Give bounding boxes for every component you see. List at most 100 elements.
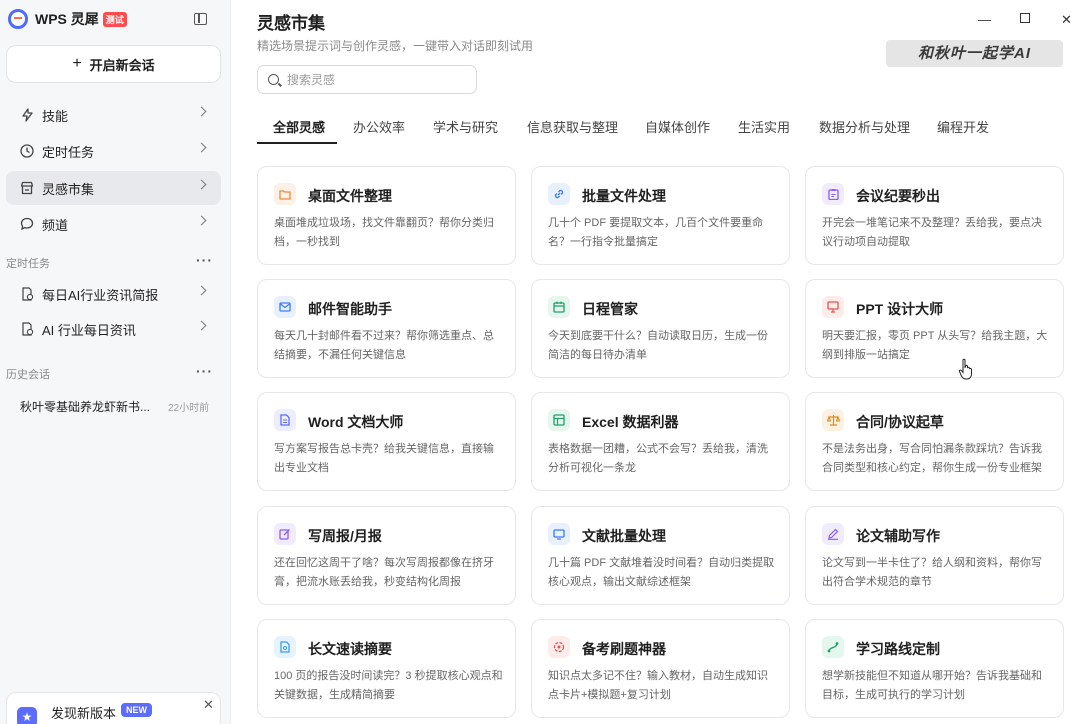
new-badge: NEW xyxy=(121,703,152,717)
card-title: 桌面文件整理 xyxy=(308,188,392,204)
tab-life[interactable]: 生活实用 xyxy=(738,117,790,136)
inspiration-card[interactable]: 学习路线定制 想学新技能但不知道从哪开始？告诉我基础和目标，生成可执行的学习计划 xyxy=(805,619,1064,718)
history-section-label: 历史会话 xyxy=(6,369,50,381)
more-icon[interactable]: ··· xyxy=(196,363,213,379)
sidebar-item-label: 频道 xyxy=(42,217,69,233)
presentation-icon xyxy=(822,296,844,318)
more-icon[interactable]: ··· xyxy=(196,252,213,268)
history-time: 22小时前 xyxy=(168,403,210,414)
hand-cursor-icon xyxy=(958,358,972,380)
card-description: 几十篇 PDF 文献堆着没时间看？自动归类提取核心观点，输出文献综述框架 xyxy=(548,557,775,588)
doc-clock-icon xyxy=(20,322,34,336)
clipboard-icon xyxy=(822,183,844,205)
update-text: 发现新版本 xyxy=(51,706,117,721)
new-chat-label: 开启新会话 xyxy=(89,57,155,73)
scheduled-item-label: AI 行业每日资讯 xyxy=(42,322,136,338)
tab-data[interactable]: 数据分析与处理 xyxy=(819,117,910,136)
card-title: PPT 设计大师 xyxy=(856,301,944,317)
close-window-icon[interactable]: ✕ xyxy=(1061,12,1072,28)
card-title: Word 文档大师 xyxy=(308,414,404,430)
card-description: 100 页的报告没时间读完？3 秒提取核心观点和关键数据，生成精简摘要 xyxy=(274,670,503,701)
inspiration-card[interactable]: 邮件智能助手 每天几十封邮件看不过来？帮你筛选重点、总结摘要，不漏任何关键信息 xyxy=(257,279,516,378)
inspiration-card[interactable]: 会议纪要秒出 开完会一堆笔记来不及整理？丢给我，要点决议行动项自动提取 xyxy=(805,166,1064,265)
sidebar-item-label: 定时任务 xyxy=(42,144,95,160)
card-title: 文献批量处理 xyxy=(582,528,666,544)
inspiration-card[interactable]: 桌面文件整理桌面堆成垃圾场，找文件靠翻页？帮你分类归档，一秒找到 xyxy=(257,166,516,265)
card-description: 表格数据一团糟，公式不会写？丢给我，清洗分析可视化一条龙 xyxy=(548,443,768,474)
chevron-right-icon xyxy=(196,285,207,296)
inspiration-card[interactable]: 长文速读摘要 100 页的报告没时间读完？3 秒提取核心观点和关键数据，生成精简摘… xyxy=(257,619,516,718)
sidebar-item-skills[interactable]: 技能 xyxy=(6,98,221,132)
table-icon xyxy=(548,409,570,431)
card-description: 几十个 PDF 要提取文本，几百个文件要重命名？一行指令批量搞定 xyxy=(548,217,764,248)
inspiration-card[interactable]: Excel 数据利器表格数据一团糟，公式不会写？丢给我，清洗分析可视化一条龙 xyxy=(531,392,790,491)
card-description: 今天到底要干什么？自动读取日历，生成一份简洁的每日待办清单 xyxy=(548,330,768,361)
page-subtitle: 精选场景提示词与创作灵感，一键带入对话即刻试用 xyxy=(257,39,534,53)
tab-coding[interactable]: 编程开发 xyxy=(937,117,989,136)
chat-icon xyxy=(20,217,34,231)
edit-icon xyxy=(274,523,296,545)
scheduled-item-label: 每日AI行业资讯简报 xyxy=(42,287,159,303)
search-icon xyxy=(268,74,279,85)
inspiration-card[interactable]: PPT 设计大师 明天要汇报，零页 PPT 从头写？给我主题，大纲到排版一站搞定 xyxy=(805,279,1064,378)
inspiration-card[interactable]: 日程管家 今天到底要干什么？自动读取日历，生成一份简洁的每日待办清单 xyxy=(531,279,790,378)
inspiration-card[interactable]: 文献批量处理几十篇 PDF 文献堆着没时间看？自动归类提取核心观点，输出文献综述… xyxy=(531,506,790,605)
card-description: 开完会一堆笔记来不及整理？丢给我，要点决议行动项自动提取 xyxy=(822,217,1042,248)
card-description: 还在回忆这周干了啥？每次写周报都像在挤牙膏，把流水账丢给我，秒变结构化周报 xyxy=(274,557,494,588)
card-title: Excel 数据利器 xyxy=(582,414,679,430)
update-card[interactable]: ★ 发现新版本 NEW ✕ xyxy=(6,692,221,724)
history-item[interactable]: 秋叶零基础养龙虾新书... 22小时前 xyxy=(20,398,220,415)
brain-icon xyxy=(548,636,570,658)
tab-media[interactable]: 自媒体创作 xyxy=(645,117,710,136)
card-description: 论文写到一半卡住了？给人纲和资料，帮你写出符合学术规范的章节 xyxy=(822,557,1042,588)
tab-all[interactable]: 全部灵感 xyxy=(273,117,325,136)
sidebar: WPS 灵犀 测试 + 开启新会话 技能 定时任务 灵感市集 频道 定时任务 ·… xyxy=(0,0,231,724)
page-title: 灵感市集 xyxy=(257,14,325,33)
minimize-icon[interactable]: — xyxy=(978,12,991,27)
maximize-icon[interactable] xyxy=(1020,13,1030,23)
card-title: 论文辅助写作 xyxy=(856,528,940,544)
inspiration-card[interactable]: 批量文件处理几十个 PDF 要提取文本，几百个文件要重命名？一行指令批量搞定 xyxy=(531,166,790,265)
new-chat-button[interactable]: + 开启新会话 xyxy=(6,45,221,83)
card-title: 写周报/月报 xyxy=(308,528,382,544)
card-description: 不是法务出身，写合同怕漏条款踩坑？告诉我合同类型和核心约定，帮你生成一份专业框架 xyxy=(822,443,1042,474)
inspiration-card[interactable]: 写周报/月报还在回忆这周干了啥？每次写周报都像在挤牙膏，把流水账丢给我，秒变结构… xyxy=(257,506,516,605)
inspiration-card[interactable]: 合同/协议起草不是法务出身，写合同怕漏条款踩坑？告诉我合同类型和核心约定，帮你生… xyxy=(805,392,1064,491)
app-badge: 测试 xyxy=(102,11,127,27)
chevron-right-icon xyxy=(196,179,207,190)
watermark: 和秋叶一起学AI xyxy=(886,40,1063,67)
sidebar-item-inspiration[interactable]: 灵感市集 xyxy=(6,171,221,205)
sidebar-item-label: 技能 xyxy=(42,108,69,124)
sidebar-item-channels[interactable]: 频道 xyxy=(6,207,221,241)
pen-icon xyxy=(822,523,844,545)
search-box[interactable] xyxy=(257,65,477,94)
sidebar-item-label: 灵感市集 xyxy=(42,181,95,197)
star-icon: ★ xyxy=(17,707,37,724)
card-title: 合同/协议起草 xyxy=(856,414,944,430)
tab-office[interactable]: 办公效率 xyxy=(353,117,405,136)
tab-academic[interactable]: 学术与研究 xyxy=(433,117,498,136)
scheduled-item[interactable]: AI 行业每日资讯 xyxy=(6,312,221,346)
card-title: 批量文件处理 xyxy=(582,188,666,204)
card-description: 想学新技能但不知道从哪开始？告诉我基础和目标，生成可执行的学习计划 xyxy=(822,670,1042,701)
card-description: 桌面堆成垃圾场，找文件靠翻页？帮你分类归档，一秒找到 xyxy=(274,217,494,248)
close-icon[interactable]: ✕ xyxy=(203,697,214,713)
bolt-icon xyxy=(20,108,34,122)
inspiration-card[interactable]: Word 文档大师 写方案写报告总卡壳？给我关键信息，直接输出专业文档 xyxy=(257,392,516,491)
sidebar-collapse-icon[interactable] xyxy=(194,13,207,25)
scheduled-item[interactable]: 每日AI行业资讯简报 xyxy=(6,277,221,311)
card-description: 每天几十封邮件看不过来？帮你筛选重点、总结摘要，不漏任何关键信息 xyxy=(274,330,494,361)
inspiration-card[interactable]: 论文辅助写作论文写到一半卡住了？给人纲和资料，帮你写出符合学术规范的章节 xyxy=(805,506,1064,605)
calendar-icon xyxy=(548,296,570,318)
sidebar-item-scheduled[interactable]: 定时任务 xyxy=(6,134,221,168)
app-name: WPS 灵犀 xyxy=(35,11,99,27)
search-input[interactable] xyxy=(287,72,457,87)
tab-info[interactable]: 信息获取与整理 xyxy=(527,117,618,136)
card-title: 长文速读摘要 xyxy=(308,641,392,657)
inspiration-card[interactable]: 备考刷题神器 知识点太多记不住？输入教材，自动生成知识点卡片+模拟题+复习计划 xyxy=(531,619,790,718)
card-description: 知识点太多记不住？输入教材，自动生成知识点卡片+模拟题+复习计划 xyxy=(548,670,768,701)
link-icon xyxy=(548,183,570,205)
monitor-icon xyxy=(548,523,570,545)
document-icon xyxy=(274,409,296,431)
history-title: 秋叶零基础养龙虾新书... xyxy=(20,400,151,414)
